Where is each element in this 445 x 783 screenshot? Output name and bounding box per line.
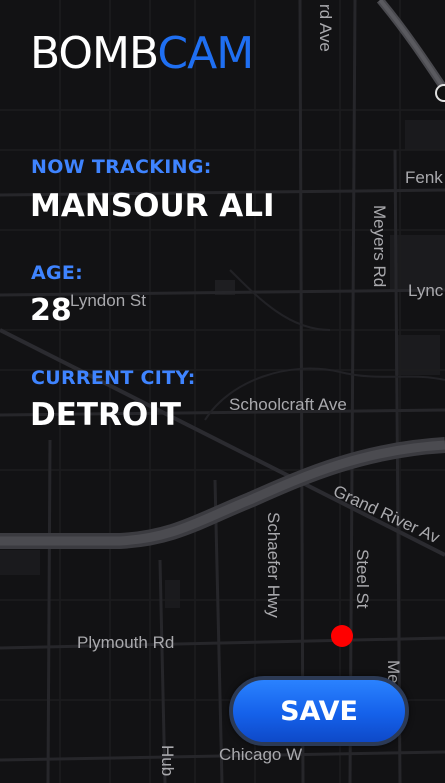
map-view[interactable]: rd Ave Fenk Meyers Rd Lyndon St Lync Sch… <box>0 0 445 783</box>
current-city-label: CURRENT CITY: <box>31 367 196 389</box>
map-label-ward-ave: rd Ave <box>316 4 335 52</box>
map-label-schaefer-hwy: Schaefer Hwy <box>264 512 283 618</box>
location-marker[interactable] <box>331 625 353 647</box>
map-label-lyndon-right: Lync <box>408 281 444 300</box>
age-label: AGE: <box>31 262 84 284</box>
tracked-name: MANSOUR ALI <box>30 188 275 224</box>
save-button[interactable]: SAVE <box>229 676 409 746</box>
map-label-plymouth-rd: Plymouth Rd <box>77 633 174 652</box>
map-label-meyers-rd: Meyers Rd <box>370 205 389 287</box>
logo-text-bomb: BOMB <box>30 28 158 79</box>
map-label-fenkell: Fenk <box>405 168 443 187</box>
app-logo: BOMBCAM <box>30 28 254 79</box>
app-screen: rd Ave Fenk Meyers Rd Lyndon St Lync Sch… <box>0 0 445 783</box>
map-label-schoolcraft-ave: Schoolcraft Ave <box>229 395 347 414</box>
now-tracking-label: NOW TRACKING: <box>31 156 212 178</box>
logo-text-cam: CAM <box>157 28 254 79</box>
city-value: DETROIT <box>30 397 181 433</box>
map-label-steel-st: Steel St <box>353 549 372 609</box>
map-label-hubbell: Hub <box>158 745 177 776</box>
map-label-lyndon-st: Lyndon St <box>70 291 146 310</box>
map-label-chicago: Chicago W <box>219 745 302 764</box>
age-value: 28 <box>30 293 72 328</box>
